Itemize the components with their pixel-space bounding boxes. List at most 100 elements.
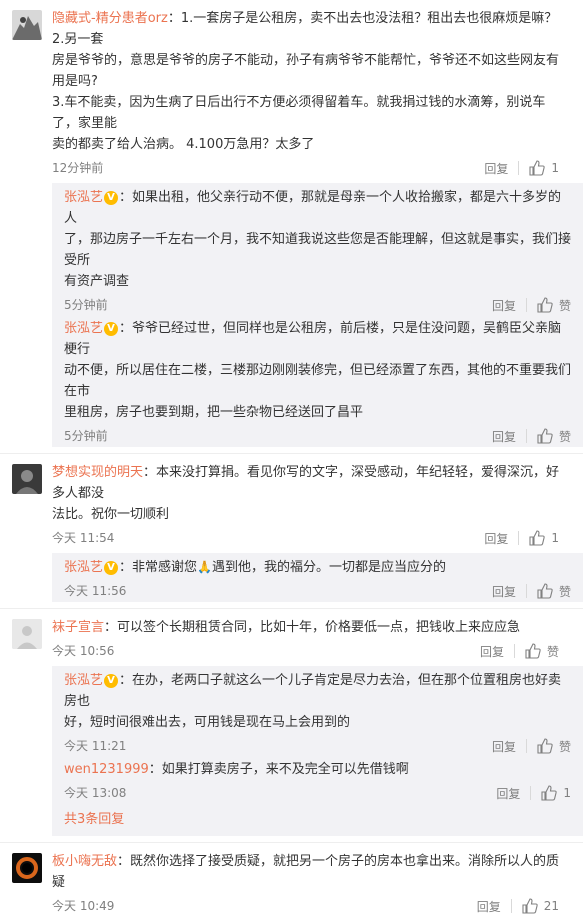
timestamp: 今天 10:49 [52, 899, 115, 913]
reply-actions: 回复 赞 [492, 425, 571, 447]
reply-button[interactable]: 回复 [480, 643, 504, 660]
avatar-image [12, 464, 42, 494]
comment-meta: 今天 10:49 回复 21 [52, 895, 571, 917]
avatar-image [12, 853, 42, 883]
avatar[interactable] [12, 464, 42, 494]
reply-text: wen1231999：如果打算卖房子，来不及完全可以先借钱啊 [64, 762, 409, 777]
timestamp: 5分钟前 [64, 429, 108, 443]
like-button[interactable]: 赞 [559, 583, 571, 600]
reply-item: wen1231999：如果打算卖房子，来不及完全可以先借钱啊 今天 13:08 … [64, 757, 583, 804]
replies-box: 张泓艺 V ：非常感谢您🙏遇到他，我的福分。一切都是应当应分的 今天 11:56 回… [52, 553, 583, 602]
timestamp: 今天 13:08 [64, 786, 127, 800]
reply-text-line: 里租房，房子也要到期，把一些杂物已经送回了昌平 [64, 405, 364, 420]
username-link[interactable]: 梦想实现的明天 [52, 465, 143, 480]
avatar[interactable] [12, 619, 42, 649]
reply-button[interactable]: 回复 [496, 785, 520, 802]
avatar-image [12, 10, 42, 40]
comment-text: 梦想实现的明天：本来没打算捐。看见你写的文字，深受感动，年纪轻轻，爱得深沉，好多… [52, 465, 560, 501]
reply-item: 张泓艺 V ：如果出租，他父亲行动不便，那就是母亲一个人收拾搬家，都是六十多岁的人 … [64, 185, 583, 316]
reply-text-line: 有资产调查 [64, 274, 130, 289]
divider [518, 531, 520, 545]
comment-meta: 今天 10:56 回复 赞 [52, 640, 571, 662]
username-link[interactable]: 张泓艺 [64, 321, 103, 336]
reply-text-line: 动不便，所以居住在二楼，三楼那边刚刚装修完，但已经添置了东西，其他的不重要我们在… [64, 363, 572, 399]
reply-text: 张泓艺 V ：非常感谢您🙏遇到他，我的福分。一切都是应当应分的 [64, 560, 446, 575]
timestamp: 12分钟前 [52, 161, 104, 175]
thumbs-up-icon[interactable] [537, 297, 553, 313]
username-link[interactable]: 张泓艺 [64, 673, 103, 688]
reply-meta: 今天 11:56 回复 赞 [64, 580, 583, 602]
timestamp: 今天 10:56 [52, 644, 115, 658]
reply-button[interactable]: 回复 [492, 583, 516, 600]
thumbs-up-icon[interactable] [529, 530, 546, 546]
like-button[interactable]: 赞 [559, 428, 571, 445]
like-button[interactable]: 赞 [559, 297, 571, 314]
username-link[interactable]: 隐藏式-精分患者orz [52, 11, 168, 26]
timestamp: 5分钟前 [64, 298, 108, 312]
reply-button[interactable]: 回复 [484, 530, 508, 547]
like-count: 1 [551, 531, 559, 545]
verified-icon: V [104, 673, 119, 688]
reply-text: 张泓艺 V ：如果出租，他父亲行动不便，那就是母亲一个人收拾搬家，都是六十多岁的人 [64, 190, 562, 226]
comment-actions: 回复 21 [477, 895, 559, 917]
reply-item: 张泓艺 V ：爷爷已经过世，但同样也是公租房，前后楼，只是住没问题，吴鹤臣父亲脑梗行… [64, 316, 583, 447]
comment-meta: 今天 11:54 回复 1 [52, 527, 571, 549]
comment-text: 袜子宣言：可以签个长期租赁合同，比如十年，价格要低一点，把钱收上来应应急 [52, 620, 521, 635]
replies-box: 张泓艺 V ：如果出租，他父亲行动不便，那就是母亲一个人收拾搬家，都是六十多岁的人 … [52, 183, 583, 447]
reply-button[interactable]: 回复 [492, 428, 516, 445]
thumbs-up-icon[interactable] [537, 738, 553, 754]
username-link[interactable]: 板小嗨无敌 [52, 854, 117, 869]
thumbs-up-icon[interactable] [537, 428, 553, 444]
reply-meta: 今天 13:08 回复 1 [64, 782, 583, 804]
verified-icon: V [104, 190, 119, 205]
divider [513, 644, 515, 658]
divider [525, 298, 527, 312]
comment-actions: 回复 赞 [480, 640, 559, 662]
comment-actions: 回复 1 [484, 527, 559, 549]
replies-box: 张泓艺 V ：在办，老两口子就这么一个儿子肯定是尽力去治，但在那个位置租房也好卖房也… [52, 666, 583, 836]
divider [525, 429, 527, 443]
verified-icon: V [104, 560, 119, 575]
reply-actions: 回复 1 [496, 782, 571, 804]
like-count: 21 [543, 899, 559, 913]
username-link[interactable]: 袜子宣言 [52, 620, 104, 635]
reply-actions: 回复 赞 [492, 294, 571, 316]
reply-actions: 回复 赞 [492, 735, 571, 757]
like-count: 1 [551, 161, 559, 175]
comment-text-line: 3.车不能卖，因为生病了日后出行不方便必须得留着车。就我捐过钱的水滴筹，别说车了… [52, 95, 546, 131]
thumbs-up-icon[interactable] [529, 160, 546, 176]
timestamp: 今天 11:56 [64, 584, 127, 598]
comment-text-line: 法比。祝你一切顺利 [52, 507, 170, 522]
like-count: 1 [563, 786, 571, 800]
reply-meta: 5分钟前 回复 赞 [64, 294, 583, 316]
thumbs-up-icon[interactable] [541, 785, 558, 801]
thumbs-up-icon[interactable] [537, 583, 553, 599]
thumbs-up-icon[interactable] [522, 898, 538, 914]
view-more-replies-link[interactable]: 共3条回复 [64, 804, 583, 836]
like-button[interactable]: 赞 [547, 643, 559, 660]
avatar[interactable] [12, 10, 42, 40]
username-link[interactable]: 张泓艺 [64, 190, 103, 205]
reply-actions: 回复 赞 [492, 580, 571, 602]
reply-item: 张泓艺 V ：非常感谢您🙏遇到他，我的福分。一切都是应当应分的 今天 11:56 回… [64, 555, 583, 602]
reply-button[interactable]: 回复 [477, 898, 501, 915]
reply-button[interactable]: 回复 [492, 738, 516, 755]
divider [530, 786, 532, 800]
comment-text-line: 卖的都卖了给人治病。 4.100万急用？太多了 [52, 137, 315, 152]
username-link[interactable]: wen1231999 [64, 762, 149, 777]
username-link[interactable]: 张泓艺 [64, 560, 103, 575]
comment: 梦想实现的明天：本来没打算捐。看见你写的文字，深受感动，年纪轻轻，爱得深沉，好多… [0, 454, 583, 549]
thumbs-up-icon[interactable] [525, 643, 541, 659]
reply-button[interactable]: 回复 [484, 160, 508, 177]
reply-text-line: 好，短时间很难出去，可用钱是现在马上会用到的 [64, 715, 351, 730]
timestamp: 今天 11:21 [64, 739, 127, 753]
like-button[interactable]: 赞 [559, 738, 571, 755]
comment-meta: 12分钟前 回复 1 [52, 157, 571, 179]
reply-button[interactable]: 回复 [492, 297, 516, 314]
divider [518, 161, 520, 175]
avatar[interactable] [12, 853, 42, 883]
divider [510, 899, 512, 913]
comment: 隐藏式-精分患者orz：1.一套房子是公租房，卖不出去也没法租？租出去也很麻烦是… [0, 0, 583, 179]
praying-hands-icon: 🙏 [197, 560, 212, 574]
comment: 袜子宣言：可以签个长期租赁合同，比如十年，价格要低一点，把钱收上来应应急 今天 … [0, 609, 583, 662]
